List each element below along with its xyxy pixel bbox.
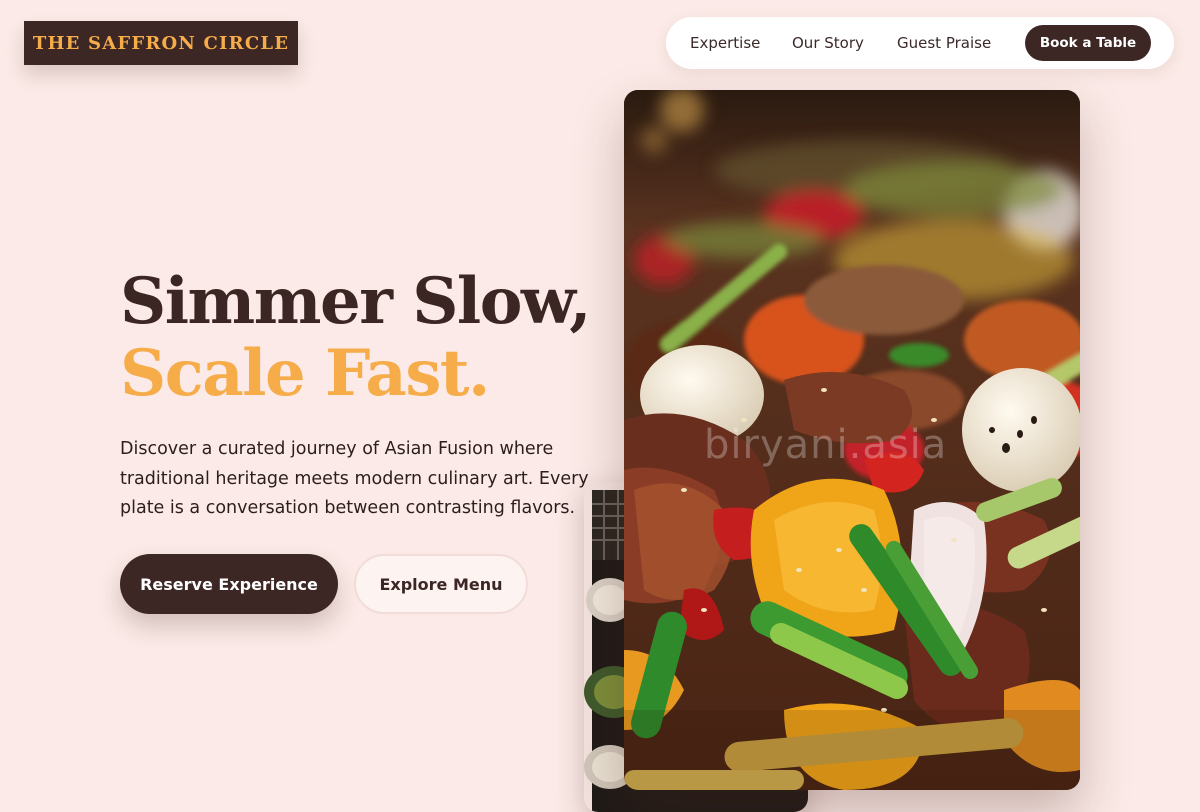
- top-navigation: Expertise Our Story Guest Praise Book a …: [666, 17, 1174, 69]
- reserve-experience-button[interactable]: Reserve Experience: [120, 554, 338, 614]
- nav-link-expertise[interactable]: Expertise: [690, 17, 760, 69]
- hero-headline-line2: Scale Fast.: [120, 336, 490, 411]
- explore-menu-button[interactable]: Explore Menu: [354, 554, 528, 614]
- hero-food-image: biryani.asia: [624, 90, 1080, 790]
- hero-description: Discover a curated journey of Asian Fusi…: [120, 439, 589, 518]
- book-table-button[interactable]: Book a Table: [1025, 25, 1151, 61]
- hero-headline-line1: Simmer Slow,: [120, 264, 592, 339]
- brand-name: THE SAFFRON CIRCLE: [32, 32, 290, 54]
- hero-headline: Simmer Slow, Scale Fast.: [120, 264, 592, 411]
- nav-link-guest-praise[interactable]: Guest Praise: [897, 17, 991, 69]
- brand-logo[interactable]: THE SAFFRON CIRCLE: [24, 21, 298, 65]
- nav-link-our-story[interactable]: Our Story: [792, 17, 864, 69]
- image-watermark: biryani.asia: [704, 422, 948, 468]
